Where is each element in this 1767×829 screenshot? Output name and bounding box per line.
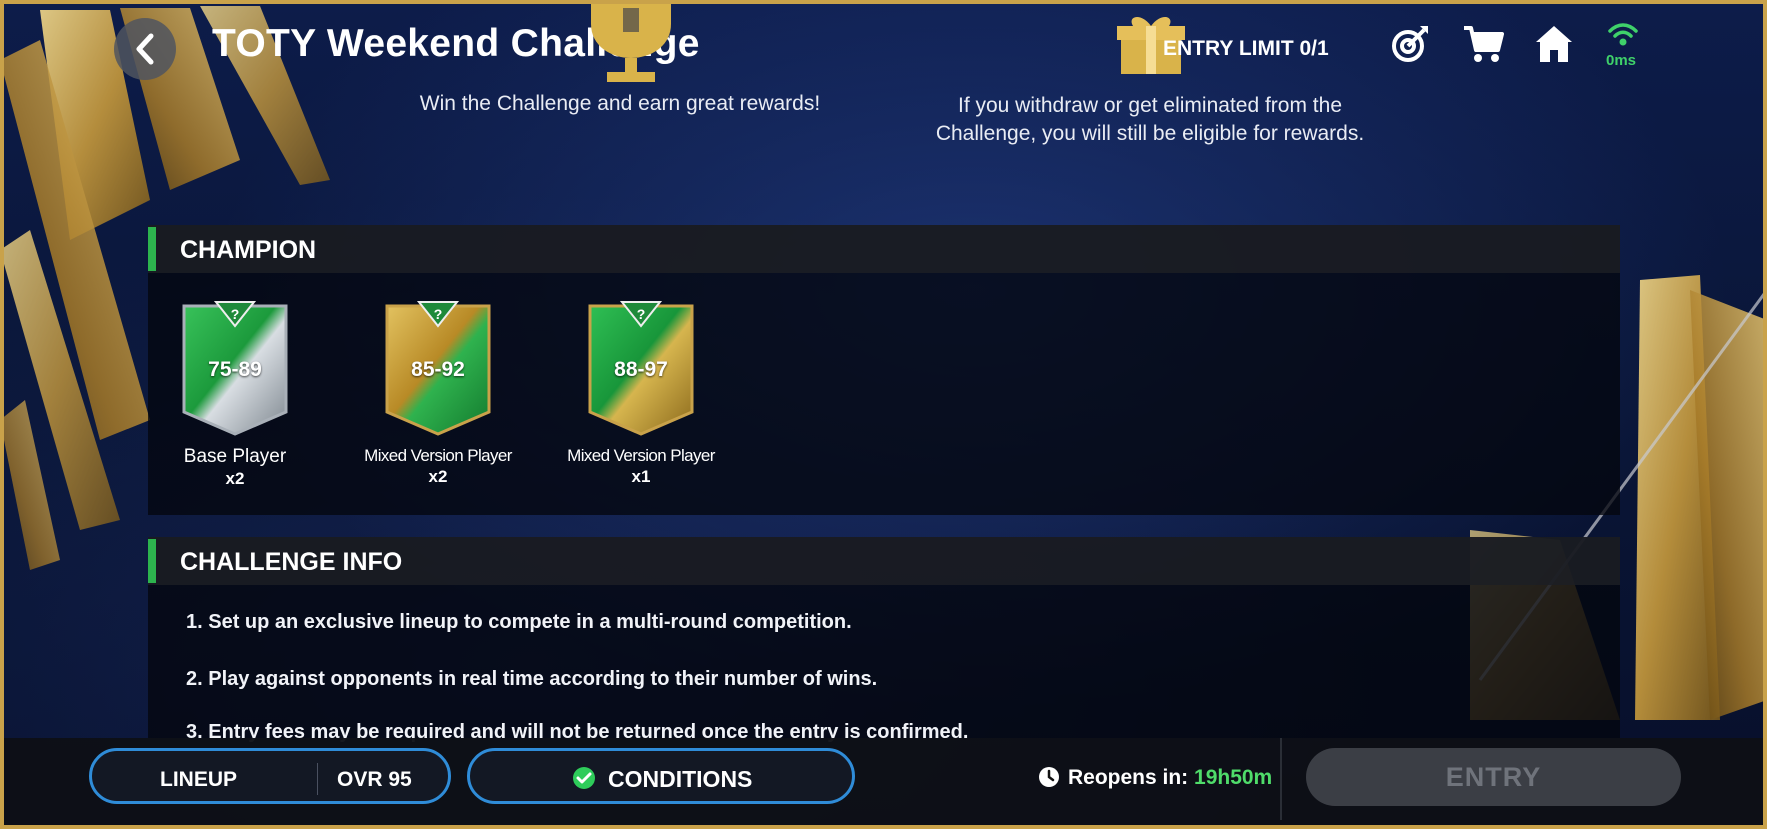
lineup-label: LINEUP: [160, 768, 238, 791]
conditions-label: CONDITIONS: [608, 766, 753, 792]
reward-quantity: x2: [225, 469, 245, 488]
svg-text:?: ?: [231, 306, 240, 322]
cart-icon: [1464, 26, 1504, 62]
entry-button[interactable]: ENTRY: [1306, 748, 1681, 806]
rating-range: 88-97: [614, 358, 668, 381]
lineup-button[interactable]: LINEUP OVR 95: [89, 748, 451, 804]
player-pack-card: ? 75-89: [178, 300, 292, 436]
challenge-screen: TOTY Weekend Challenge ENTRY LIMIT 0/1 0…: [0, 0, 1767, 829]
reopen-timer: Reopens in: 19h50m: [1038, 766, 1272, 790]
subtitle-eligibility: If you withdraw or get eliminated from t…: [900, 92, 1400, 148]
reward-item[interactable]: ? 88-97 Mixed Version Player x1: [541, 300, 741, 487]
challenge-info-header: CHALLENGE INFO: [148, 537, 1620, 585]
ovr-value: OVR 95: [337, 768, 412, 791]
entry-limit: ENTRY LIMIT 0/1: [1163, 37, 1329, 60]
subtitle-rewards: Win the Challenge and earn great rewards…: [419, 92, 821, 115]
bar-separator: [1280, 738, 1282, 820]
player-pack-card: ? 85-92: [381, 300, 495, 436]
reopen-label: Reopens in:: [1068, 766, 1195, 789]
header-accent: [148, 539, 156, 583]
conditions-button[interactable]: CONDITIONS: [467, 748, 855, 804]
player-pack-card: ? 88-97: [584, 300, 698, 436]
rating-range: 85-92: [411, 358, 465, 381]
reward-name: Base Player: [183, 446, 287, 467]
champion-header: CHAMPION: [148, 225, 1620, 273]
subtitle-eligibility-line2: Challenge, you will still be eligible fo…: [935, 122, 1365, 145]
reward-item[interactable]: ? 85-92 Mixed Version Player x2: [338, 300, 538, 487]
trophy-icon: [591, 0, 671, 82]
champion-heading: CHAMPION: [180, 236, 317, 264]
top-bar: TOTY Weekend Challenge ENTRY LIMIT 0/1 0…: [0, 0, 1767, 95]
svg-text:?: ?: [637, 306, 646, 322]
connection-status: [1608, 22, 1638, 53]
objectives-button[interactable]: [1390, 24, 1430, 69]
reward-name: Mixed Version Player: [364, 446, 512, 465]
svg-text:?: ?: [434, 306, 443, 322]
bottom-bar: LINEUP OVR 95 CONDITIONS Reopens in: 19h…: [0, 738, 1767, 829]
wifi-icon: [1608, 23, 1638, 46]
reward-item[interactable]: ? 75-89 Base Player x2: [135, 300, 335, 489]
subtitle-eligibility-line1: If you withdraw or get eliminated from t…: [957, 94, 1342, 117]
back-icon: [136, 33, 154, 65]
shop-button[interactable]: [1462, 24, 1504, 69]
rating-range: 75-89: [208, 358, 262, 381]
clock-icon: [1039, 767, 1059, 787]
info-line: 1. Set up an exclusive lineup to compete…: [186, 611, 852, 633]
reward-quantity: x1: [631, 467, 651, 486]
lineup-divider: [317, 763, 318, 795]
reward-name: Mixed Version Player: [567, 446, 715, 465]
reward-quantity: x2: [428, 467, 448, 486]
reopen-time: 19h50m: [1194, 766, 1273, 789]
back-button[interactable]: [114, 18, 176, 80]
home-button[interactable]: [1534, 24, 1574, 69]
header-accent: [148, 227, 156, 271]
info-line: 2. Play against opponents in real time a…: [186, 668, 878, 690]
challenge-info-panel: CHALLENGE INFO: [148, 537, 1620, 738]
home-icon: [1536, 26, 1572, 62]
check-circle-icon: [573, 767, 595, 789]
challenge-info-heading: CHALLENGE INFO: [180, 548, 403, 576]
target-icon: [1392, 26, 1428, 62]
ping-value: 0ms: [1606, 52, 1637, 69]
